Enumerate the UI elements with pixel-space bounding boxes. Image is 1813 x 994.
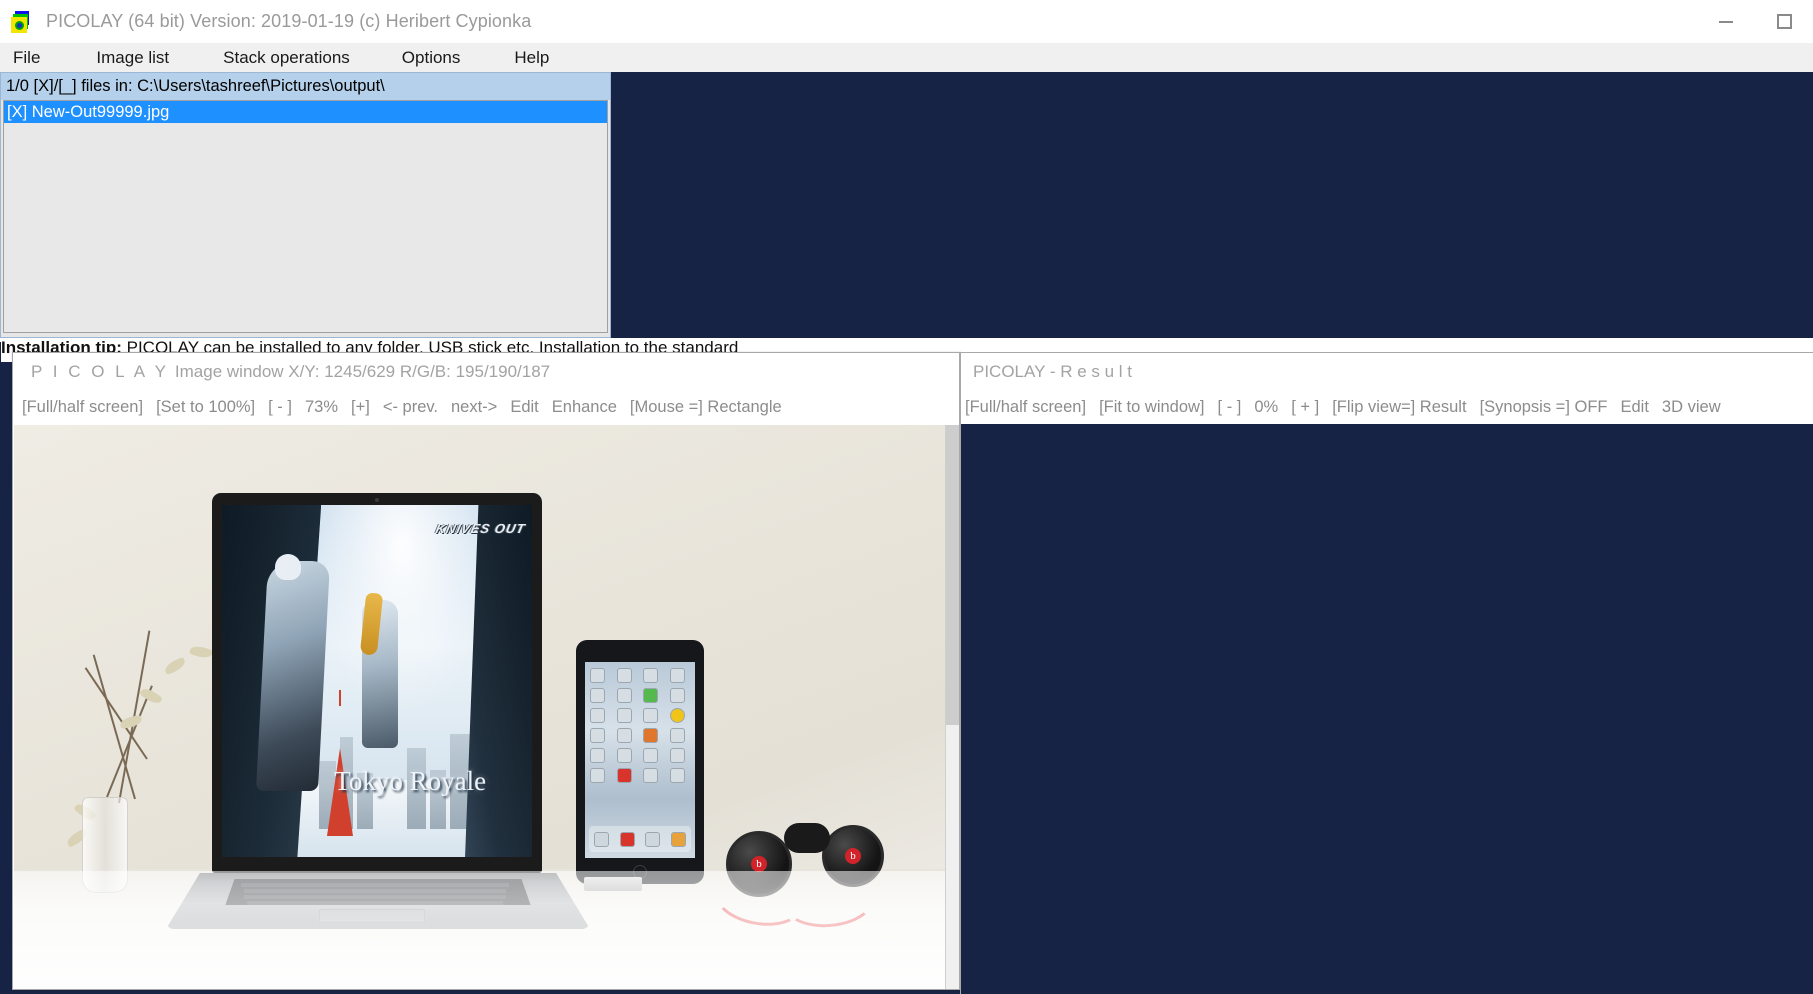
result-3d-view-button[interactable]: 3D view [1662, 398, 1721, 417]
scrollbar-thumb[interactable] [946, 425, 959, 725]
desktop-background-top [611, 72, 1813, 342]
image-window-brand: P I C O L A Y [31, 362, 169, 381]
laptop-webcam-icon [375, 498, 379, 502]
result-flip-view-button[interactable]: [Flip view=] Result [1332, 398, 1466, 417]
picolay-application: PICOLAY (64 bit) Version: 2019-01-19 (c)… [0, 0, 1813, 994]
result-zoom-in-button[interactable]: [ + ] [1291, 398, 1319, 417]
result-edit-button[interactable]: Edit [1620, 398, 1648, 417]
full-half-screen-button[interactable]: [Full/half screen] [22, 398, 143, 417]
tablet-dock [589, 826, 691, 852]
beats-logo-icon: b [845, 848, 861, 864]
laptop-base [166, 873, 590, 929]
result-canvas[interactable] [961, 424, 1813, 994]
maximize-icon [1776, 14, 1792, 29]
list-item[interactable]: [X] New-Out99999.jpg [4, 101, 607, 123]
laptop-trackpad [318, 909, 425, 923]
minimize-button[interactable] [1697, 0, 1755, 43]
zoom-in-button[interactable]: [+] [351, 398, 370, 417]
menu-item-help[interactable]: Help [514, 48, 549, 68]
result-full-half-screen-button[interactable]: [Full/half screen] [965, 398, 1086, 417]
window-controls [1697, 0, 1813, 43]
menu-item-image-list[interactable]: Image list [96, 48, 169, 68]
zoom-level-label: 73% [304, 398, 339, 416]
result-window-toolbar: [Full/half screen] [Fit to window] [ - ]… [961, 391, 1813, 424]
beats-logo-icon: b [751, 856, 767, 872]
application-titlebar: PICOLAY (64 bit) Version: 2019-01-19 (c)… [0, 0, 1813, 43]
result-fit-to-window-button[interactable]: [Fit to window] [1099, 398, 1204, 417]
minimize-icon [1719, 20, 1733, 23]
zoom-out-button[interactable]: [ - ] [268, 398, 292, 417]
tablet-device [576, 640, 704, 884]
image-window: P I C O L A Y Image window X/Y: 1245/629… [12, 352, 960, 990]
laptop-screen: KNIVES OUT Tokyo Royale [212, 493, 542, 873]
image-window-scrollbar[interactable] [945, 425, 959, 989]
image-window-titlebar: P I C O L A Y Image window X/Y: 1245/629… [13, 353, 959, 391]
application-title: PICOLAY (64 bit) Version: 2019-01-19 (c)… [46, 11, 532, 31]
set-to-100-percent-button[interactable]: [Set to 100%] [156, 398, 255, 417]
tokyo-royale-title: Tokyo Royale [334, 766, 487, 797]
laptop-keyboard [225, 879, 531, 905]
tablet-screen [585, 662, 695, 858]
menu-item-options[interactable]: Options [402, 48, 461, 68]
maximize-button[interactable] [1755, 0, 1813, 43]
next-image-button[interactable]: next-> [451, 398, 497, 417]
image-window-toolbar: [Full/half screen] [Set to 100%] [ - ] 7… [13, 391, 959, 424]
image-window-coordinates: Image window X/Y: 1245/629 R/G/B: 195/19… [174, 362, 551, 381]
laptop-wallpaper: KNIVES OUT Tokyo Royale [222, 505, 532, 857]
file-list-box[interactable]: [X] New-Out99999.jpg [3, 100, 608, 333]
image-canvas[interactable]: KNIVES OUT Tokyo Royale b b [14, 425, 946, 989]
result-synopsis-toggle[interactable]: [Synopsis =] OFF [1480, 398, 1608, 417]
photo-desk-scene: KNIVES OUT Tokyo Royale b b [14, 425, 946, 989]
picolay-logo-icon [11, 10, 36, 33]
knives-out-logo: KNIVES OUT [433, 521, 527, 536]
glass-vase [82, 797, 128, 893]
result-zoom-out-button[interactable]: [ - ] [1218, 398, 1242, 417]
enhance-button[interactable]: Enhance [552, 398, 617, 417]
file-list-panel: 1/0 [X]/[_] files in: C:\Users\tashreef\… [0, 72, 611, 338]
tablet-app-grid [590, 668, 690, 783]
menu-item-stack-operations[interactable]: Stack operations [223, 48, 350, 68]
file-list-header: 1/0 [X]/[_] files in: C:\Users\tashreef\… [1, 73, 610, 100]
usb-device [584, 877, 642, 891]
result-window: PICOLAY - R e s u l t [Full/half screen]… [960, 352, 1813, 994]
mouse-mode-rectangle-button[interactable]: [Mouse =] Rectangle [630, 398, 782, 417]
menu-bar: File Image list Stack operations Options… [0, 43, 1813, 72]
edit-button[interactable]: Edit [510, 398, 538, 417]
previous-image-button[interactable]: <- prev. [383, 398, 438, 417]
result-zoom-level-label: 0% [1254, 398, 1279, 416]
result-window-titlebar: PICOLAY - R e s u l t [961, 353, 1813, 391]
game-character-left [256, 561, 331, 792]
menu-item-file[interactable]: File [13, 48, 40, 68]
